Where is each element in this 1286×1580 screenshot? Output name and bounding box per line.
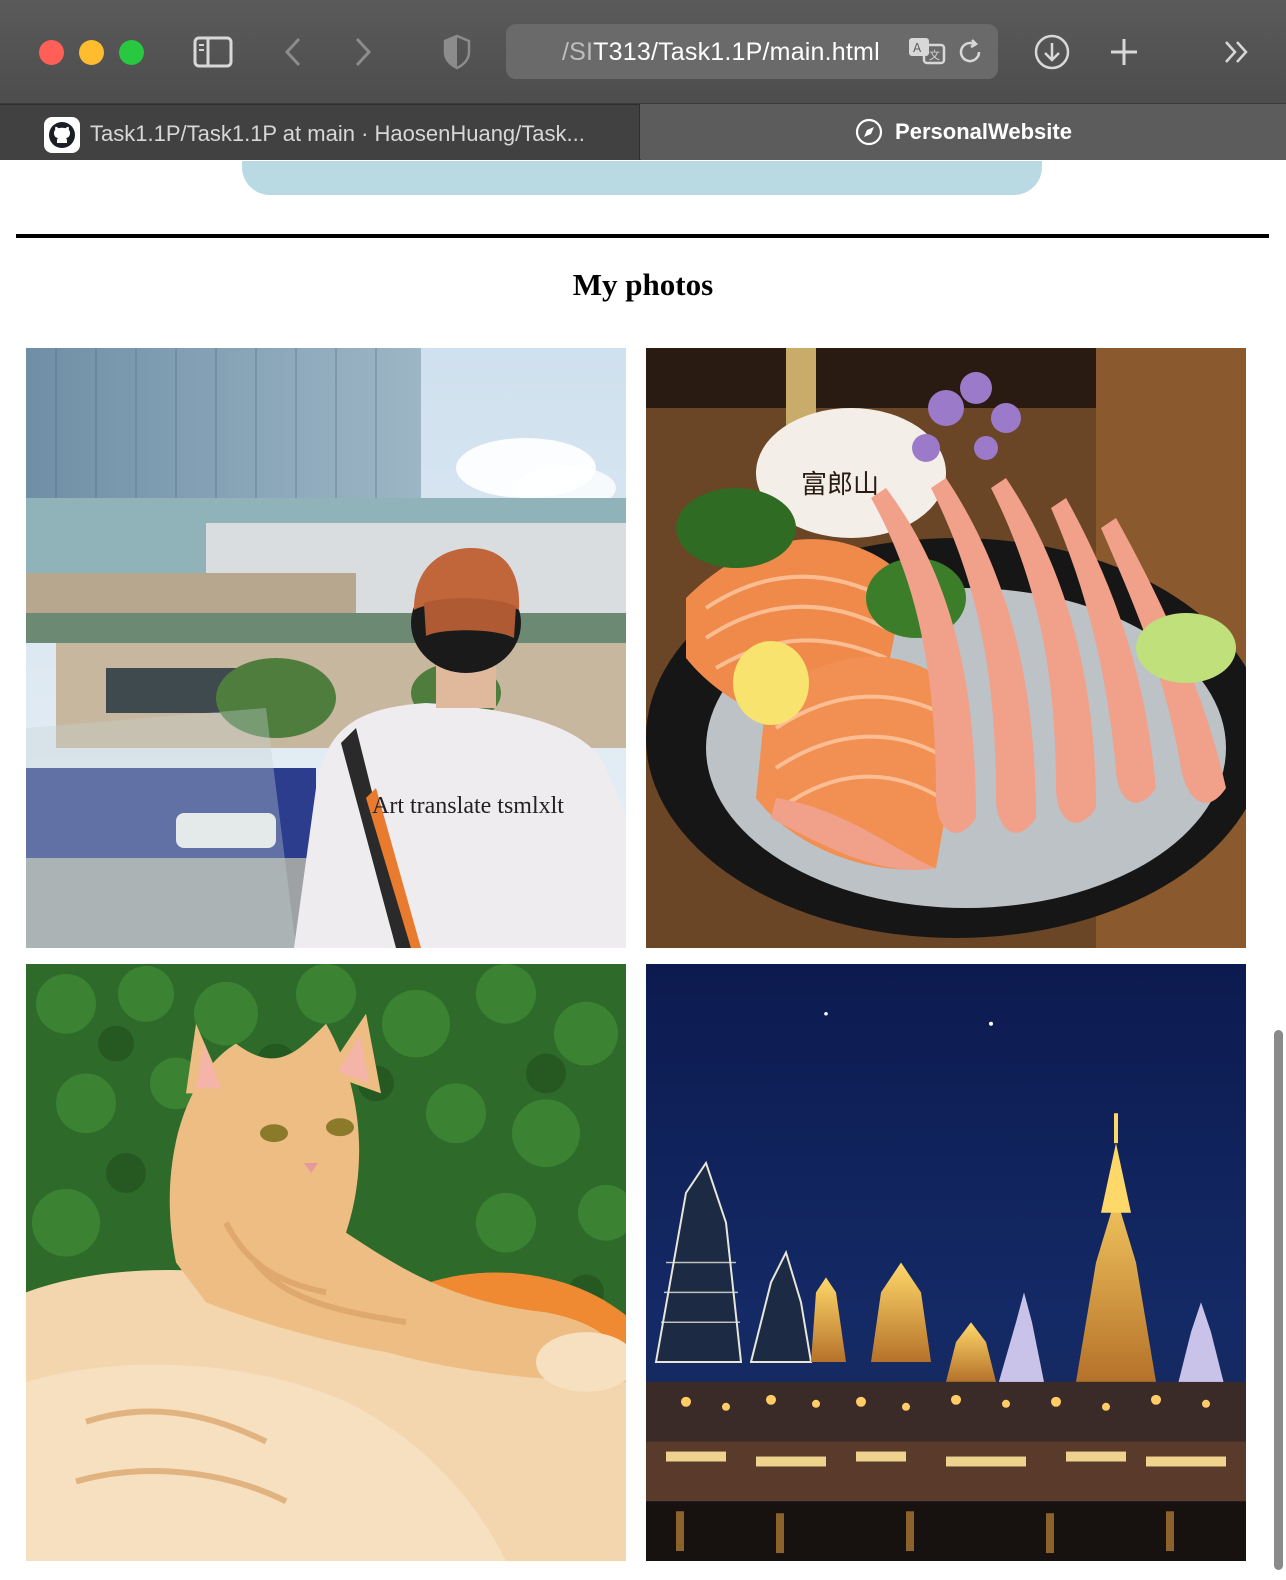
minimize-window-button[interactable]: [79, 40, 104, 65]
zoom-window-button[interactable]: [119, 40, 144, 65]
svg-text:A: A: [913, 41, 922, 55]
github-icon: [44, 117, 80, 153]
url-text[interactable]: /SIT313/Task1.1P/main.html: [562, 38, 880, 67]
close-window-button[interactable]: [39, 40, 64, 65]
tab-github-label: Task1.1P/Task1.1P at main · HaosenHuang/…: [90, 121, 585, 146]
plus-icon[interactable]: [1103, 32, 1145, 72]
photo-cat: [26, 964, 626, 1561]
translate-icon[interactable]: A文: [908, 36, 946, 66]
section-divider: [16, 234, 1269, 238]
chevron-left-icon[interactable]: [272, 32, 314, 72]
tab-github[interactable]: Task1.1P/Task1.1P at main · HaosenHuang/…: [0, 104, 640, 160]
address-bar[interactable]: /SIT313/Task1.1P/main.html A文: [506, 24, 998, 79]
double-chevron-icon[interactable]: [1216, 32, 1258, 72]
compass-icon: [855, 118, 883, 146]
svg-text:富郎山: 富郎山: [801, 470, 879, 500]
photo-sashimi: 富郎山: [646, 348, 1246, 948]
svg-text:文: 文: [929, 48, 940, 62]
photo-night-temple: [646, 964, 1246, 1561]
tab-personal-website-label: PersonalWebsite: [895, 119, 1072, 144]
photo-person-plaza: Art translate tsmlxlt: [26, 348, 626, 948]
page-title: My photos: [572, 267, 714, 302]
chevron-right-icon[interactable]: [342, 32, 384, 72]
sidebar-icon[interactable]: [192, 32, 234, 72]
url-main: T313/Task1.1P/main.html: [593, 38, 880, 66]
intro-card: [242, 161, 1042, 195]
browser-toolbar: /SIT313/Task1.1P/main.html A文: [0, 0, 1286, 104]
shield-icon[interactable]: [436, 32, 478, 72]
url-prefix: /SI: [562, 38, 594, 66]
svg-text:Art translate tsmlxlt: Art translate tsmlxlt: [372, 793, 564, 819]
page-content: My photos Art translate tsmlxlt 富郎山: [0, 161, 1286, 1580]
tab-personal-website[interactable]: PersonalWebsite: [641, 104, 1286, 160]
scrollbar-thumb[interactable]: [1274, 1030, 1283, 1570]
tab-bar: Task1.1P/Task1.1P at main · HaosenHuang/…: [0, 104, 1286, 160]
download-icon[interactable]: [1031, 32, 1073, 72]
reload-icon[interactable]: [955, 37, 985, 67]
